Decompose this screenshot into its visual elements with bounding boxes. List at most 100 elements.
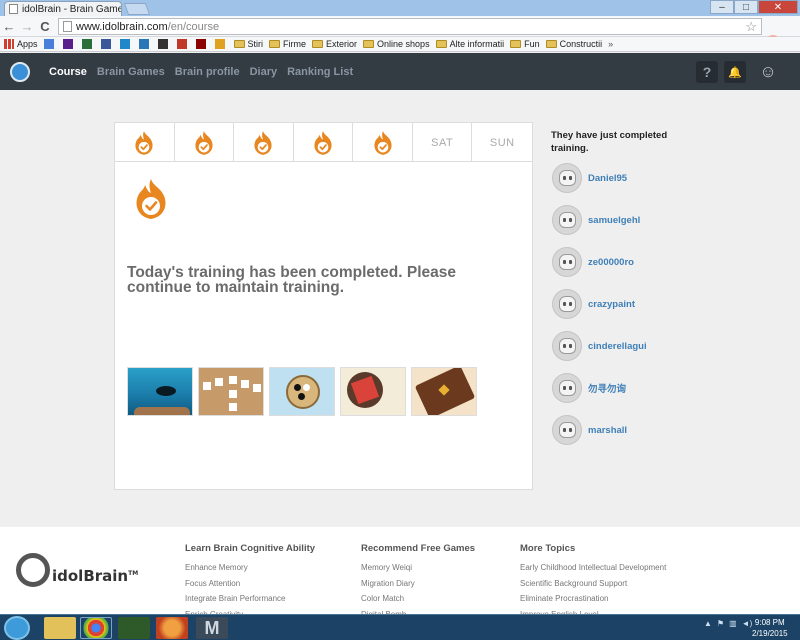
bookmark-folder[interactable]: Fun — [510, 39, 540, 49]
game-thumb-chocolate[interactable] — [411, 367, 477, 416]
user-avatar-icon[interactable] — [552, 331, 582, 361]
bell-icon[interactable]: 🔔 — [724, 61, 746, 83]
bookmark-folder[interactable]: Online shops — [363, 39, 430, 49]
completed-user-item[interactable]: samuelgehl — [552, 205, 640, 235]
idolbrain-logo-icon[interactable] — [10, 62, 30, 82]
bookmark-icon[interactable] — [43, 39, 57, 49]
nav-course[interactable]: Course — [49, 66, 87, 78]
footer-link[interactable]: Early Childhood Intellectual Development — [520, 560, 666, 576]
user-avatar-icon[interactable] — [552, 373, 582, 403]
nav-diary[interactable]: Diary — [250, 66, 278, 78]
bookmark-star-icon[interactable]: ☆ — [745, 19, 757, 35]
avatar-eye — [569, 218, 572, 222]
taskbar-clock[interactable]: 9:08 PM 2/19/2015 — [752, 617, 788, 639]
bookmark-folder[interactable]: Constructii — [545, 39, 602, 49]
nvidia-icon[interactable] — [118, 617, 150, 639]
user-name-link[interactable]: Daniel95 — [588, 173, 627, 184]
day-cell — [115, 123, 175, 162]
user-avatar-icon[interactable] — [552, 163, 582, 193]
bookmark-folder[interactable]: Stiri — [233, 39, 264, 49]
user-name-link[interactable]: 勿寻勿询 — [588, 381, 626, 395]
completed-user-item[interactable]: marshall — [552, 415, 627, 445]
site-header: Course Brain Games Brain profile Diary Ranki… — [0, 53, 800, 90]
user-name-link[interactable]: ze00000ro — [588, 257, 634, 268]
avatar-eye — [563, 302, 566, 306]
completed-user-item[interactable]: 勿寻勿询 — [552, 373, 626, 403]
avatar-face — [559, 338, 576, 354]
footer-col-title: Learn Brain Cognitive Ability — [185, 543, 316, 554]
completed-user-item[interactable]: crazypaint — [552, 289, 635, 319]
tray-flag-icon[interactable]: ⚑ — [717, 619, 724, 628]
completed-user-item[interactable]: ze00000ro — [552, 247, 634, 277]
bookmark-icon[interactable] — [81, 39, 95, 49]
footer-link[interactable]: Enhance Memory — [185, 560, 315, 576]
tray-arrow-icon[interactable]: ▲ — [704, 619, 712, 628]
footer-col-links: Early Childhood Intellectual Development… — [520, 560, 666, 622]
explorer-icon[interactable] — [44, 617, 76, 639]
completed-user-item[interactable]: cinderellagui — [552, 331, 647, 361]
bookmark-icon[interactable] — [157, 39, 171, 49]
footer-logo-icon[interactable] — [16, 553, 50, 587]
bookmark-folder[interactable]: Firme — [269, 39, 306, 49]
clock-time: 9:08 PM — [754, 618, 785, 627]
maximize-button[interactable]: □ — [734, 0, 758, 14]
nav-brain-profile[interactable]: Brain profile — [175, 66, 240, 78]
game-thumb-weiqi[interactable] — [269, 367, 335, 416]
back-button[interactable]: ← — [0, 19, 18, 34]
tray-network-icon[interactable]: ▥ — [729, 619, 737, 628]
day-cell — [294, 123, 354, 162]
bookmark-icon[interactable] — [176, 39, 190, 49]
apps-shortcut[interactable]: Apps — [4, 39, 38, 49]
bookmark-icon[interactable] — [214, 39, 228, 49]
bookmark-icon[interactable] — [138, 39, 152, 49]
user-avatar-icon[interactable] — [552, 415, 582, 445]
user-name-link[interactable]: cinderellagui — [588, 341, 647, 352]
site-favicon-icon — [214, 39, 225, 49]
folder-icon — [363, 40, 375, 48]
user-avatar-icon[interactable] — [552, 289, 582, 319]
chrome-apps-icon[interactable] — [156, 617, 188, 639]
footer-link[interactable]: Memory Weiqi — [361, 560, 475, 576]
footer-link[interactable]: Migration Diary — [361, 576, 475, 592]
completed-user-item[interactable]: Daniel95 — [552, 163, 627, 193]
game-thumb-numbers[interactable] — [198, 367, 264, 416]
footer-link[interactable]: Integrate Brain Performance — [185, 591, 315, 607]
user-name-link[interactable]: marshall — [588, 425, 627, 436]
user-avatar-icon[interactable] — [552, 205, 582, 235]
bookmark-label: Stiri — [247, 39, 264, 49]
help-icon[interactable]: ? — [696, 61, 718, 83]
minimize-button[interactable]: ‒ — [710, 0, 734, 14]
tray-volume-icon[interactable]: ◄) — [742, 619, 753, 628]
bookmark-folder[interactable]: Exterior — [312, 39, 357, 49]
browser-tab[interactable]: idolBrain - Brain Games & × — [4, 1, 122, 16]
address-bar[interactable]: www.idolbrain.com/en/course ☆ — [58, 18, 762, 35]
bookmark-folder[interactable]: Alte informatii — [435, 39, 504, 49]
footer-link[interactable]: Color Match — [361, 591, 475, 607]
malwarebytes-icon[interactable]: M — [196, 617, 228, 639]
bookmark-icon[interactable] — [100, 39, 114, 49]
training-complete-message: Today's training has been completed. Ple… — [127, 264, 456, 296]
nav-brain-games[interactable]: Brain Games — [97, 66, 165, 78]
chrome-icon[interactable] — [80, 617, 112, 639]
page-icon — [9, 4, 18, 14]
reload-button[interactable]: C — [36, 19, 54, 34]
new-tab-button[interactable] — [123, 3, 151, 15]
game-thumb-notes[interactable] — [340, 367, 406, 416]
footer-link[interactable]: Focus Attention — [185, 576, 315, 592]
user-name-link[interactable]: samuelgehl — [588, 215, 640, 226]
nav-ranking-list[interactable]: Ranking List — [287, 66, 353, 78]
bookmark-icon[interactable] — [62, 39, 76, 49]
game-thumb-fish[interactable] — [127, 367, 193, 416]
bookmark-icon[interactable] — [195, 39, 209, 49]
footer-link[interactable]: Scientific Background Support — [520, 576, 666, 592]
page-icon — [63, 21, 72, 32]
start-button[interactable] — [4, 616, 30, 640]
close-window-button[interactable]: ✕ — [758, 0, 798, 14]
user-name-link[interactable]: crazypaint — [588, 299, 635, 310]
footer-link[interactable]: Eliminate Procrastination — [520, 591, 666, 607]
more-bookmarks-icon[interactable]: » — [608, 39, 613, 49]
bookmark-icon[interactable] — [119, 39, 133, 49]
forward-button[interactable]: → — [18, 19, 36, 34]
user-avatar-icon[interactable]: ☺ — [757, 61, 779, 83]
user-avatar-icon[interactable] — [552, 247, 582, 277]
